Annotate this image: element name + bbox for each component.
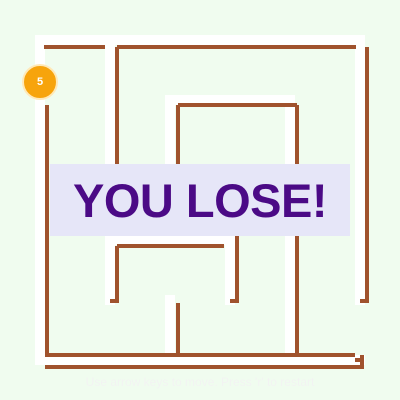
- result-text: YOU LOSE!: [72, 173, 328, 227]
- game-over-banner: YOU LOSE!: [50, 164, 350, 236]
- instructions-text: Use arrow keys to move. Press 'r' to res…: [85, 375, 315, 389]
- level-badge: 5: [22, 64, 58, 100]
